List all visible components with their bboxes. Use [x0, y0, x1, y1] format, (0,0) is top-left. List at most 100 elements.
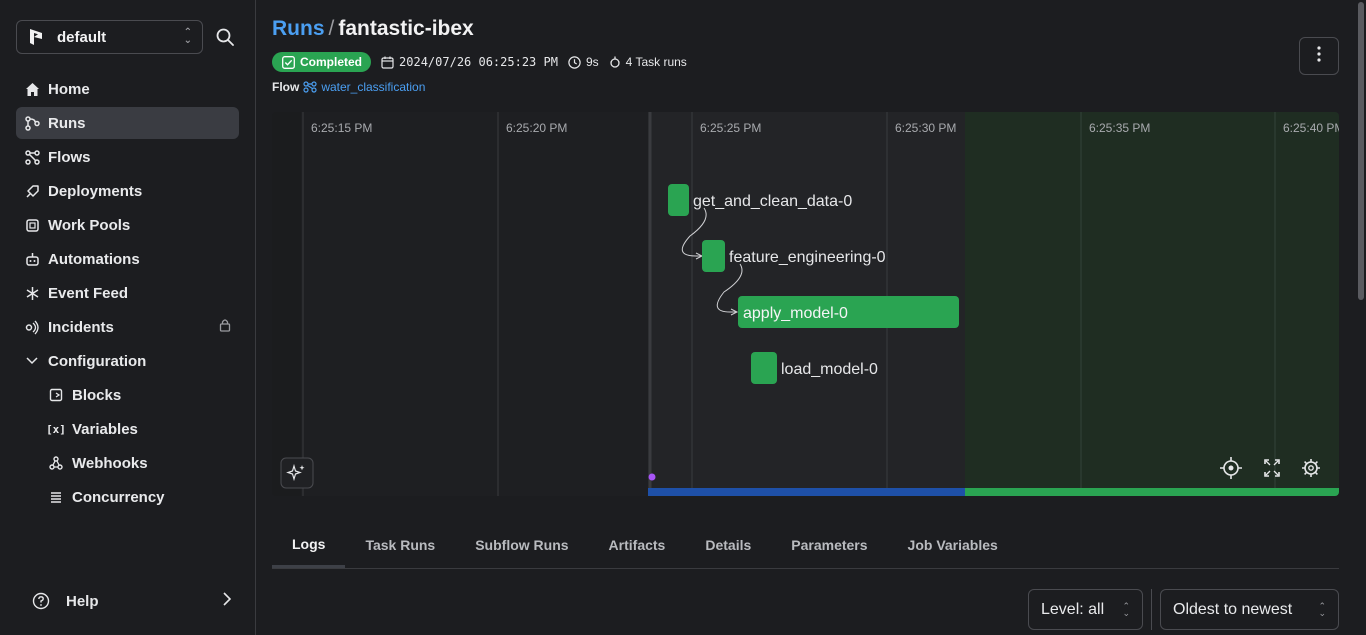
lock-icon: [219, 318, 231, 336]
workspace-switcher[interactable]: default ⌃ ⌄: [16, 20, 203, 54]
sidebar-item-concurrency[interactable]: Concurrency: [16, 481, 239, 513]
prefect-logo-icon: [27, 28, 45, 46]
sidebar-item-configuration[interactable]: Configuration: [16, 345, 239, 377]
timeline-tick: 6:25:40 PM: [1283, 121, 1339, 135]
sidebar-item-webhooks[interactable]: Webhooks: [16, 447, 239, 479]
tab-details[interactable]: Details: [685, 522, 771, 568]
timeline-tick: 6:25:30 PM: [895, 121, 956, 135]
sidebar-item-incidents[interactable]: Incidents: [16, 311, 239, 343]
chevron-updown-icon: ⌃ ⌄: [1122, 600, 1130, 618]
sidebar-item-label: Flows: [48, 148, 91, 166]
sidebar-item-work-pools[interactable]: Work Pools: [16, 209, 239, 241]
webhooks-icon: [48, 455, 64, 471]
chevron-updown-icon: ⌃ ⌄: [1318, 600, 1326, 618]
deployments-icon: [24, 183, 40, 199]
sidebar-item-label: Deployments: [48, 182, 143, 200]
help-circle-icon: [32, 592, 50, 610]
tab-task-runs[interactable]: Task Runs: [345, 522, 455, 568]
sidebar-item-label: Automations: [48, 250, 140, 268]
flows-icon: [24, 149, 40, 165]
sidebar-item-label: Blocks: [72, 386, 122, 404]
run-start-time: 2024/07/26 06:25:23 PM: [381, 55, 558, 69]
run-tabs: Logs Task Runs Subflow Runs Artifacts De…: [272, 522, 1339, 569]
help-menu[interactable]: Help: [16, 585, 239, 617]
sidebar-item-runs[interactable]: Runs: [16, 107, 239, 139]
chevron-updown-icon: ⌃ ⌄: [183, 27, 192, 46]
breadcrumb-separator: /: [328, 17, 335, 40]
chevron-right-icon: [223, 592, 232, 610]
main-content: Runs / fantastic-ibex Completed 2024/07/26…: [256, 0, 1366, 635]
sidebar-item-event-feed[interactable]: Event Feed: [16, 277, 239, 309]
runs-icon: [24, 115, 40, 131]
help-label: Help: [66, 592, 99, 610]
workspace-name: default: [57, 28, 107, 46]
flow-icon: [303, 81, 317, 93]
task-bar-load-model[interactable]: [751, 352, 777, 384]
task-label: apply_model-0: [743, 305, 848, 322]
timeline-tick: 6:25:25 PM: [700, 121, 761, 135]
timeline-progress-completed: [965, 488, 1339, 496]
tab-subflow-runs[interactable]: Subflow Runs: [455, 522, 588, 568]
page-title: Runs / fantastic-ibex: [272, 17, 474, 41]
sidebar-item-automations[interactable]: Automations: [16, 243, 239, 275]
clock-icon: [568, 55, 581, 69]
chevron-down-icon: [24, 353, 40, 369]
timestamp-text: 2024/07/26 06:25:23 PM: [399, 55, 558, 69]
duration-text: 9s: [585, 55, 599, 69]
sidebar-item-label: Webhooks: [72, 454, 148, 472]
page-scrollbar[interactable]: [1357, 0, 1366, 635]
flow-link[interactable]: water_classification: [303, 80, 425, 94]
sidebar-item-deployments[interactable]: Deployments: [16, 175, 239, 207]
timeline-tick: 6:25:20 PM: [506, 121, 567, 135]
filter-divider: [1151, 589, 1152, 630]
tab-parameters[interactable]: Parameters: [771, 522, 887, 568]
sidebar-item-label: Runs: [48, 114, 86, 132]
sidebar-item-label: Work Pools: [48, 216, 131, 234]
sidebar-item-blocks[interactable]: Blocks: [16, 379, 239, 411]
flow-link-row: Flow water_classification: [272, 80, 425, 94]
blocks-icon: [48, 387, 64, 403]
run-timeline-graph[interactable]: 6:25:15 PM 6:25:20 PM 6:25:25 PM 6:25:30…: [272, 112, 1339, 496]
incidents-icon: [24, 319, 40, 335]
task-bar-feature-engineering[interactable]: [702, 240, 725, 272]
sidebar-item-label: Incidents: [48, 318, 114, 336]
run-name: fantastic-ibex: [338, 17, 474, 40]
kebab-menu-icon: [1317, 45, 1321, 67]
event-marker[interactable]: [648, 473, 656, 481]
log-sort-value: Oldest to newest: [1173, 600, 1293, 618]
sidebar-item-label: Event Feed: [48, 284, 129, 302]
app: default ⌃⌄ Home Runs Flows Deployments: [0, 0, 1366, 635]
more-options-button[interactable]: [1299, 37, 1339, 75]
sidebar-item-label: Variables: [72, 420, 138, 438]
log-sort-select[interactable]: Oldest to newest ⌃ ⌄: [1160, 589, 1339, 630]
log-level-select[interactable]: Level: all ⌃ ⌄: [1028, 589, 1143, 630]
ai-sparkle-button[interactable]: [280, 457, 314, 489]
task-bar-get-and-clean-data[interactable]: [668, 184, 689, 216]
concurrency-icon: [48, 489, 64, 505]
search-icon[interactable]: [214, 26, 236, 48]
status-label: Completed: [300, 55, 363, 69]
home-icon: [24, 81, 40, 97]
sidebar-item-flows[interactable]: Flows: [16, 141, 239, 173]
scrollbar-thumb[interactable]: [1358, 2, 1364, 300]
timeline-tick: 6:25:35 PM: [1089, 121, 1150, 135]
timeline-tick: 6:25:15 PM: [311, 121, 372, 135]
sidebar-item-variables[interactable]: [x] Variables: [16, 413, 239, 445]
breadcrumb-runs[interactable]: Runs: [272, 17, 325, 40]
sidebar-item-home[interactable]: Home: [16, 73, 239, 105]
variables-icon: [x]: [46, 422, 66, 436]
timeline-canvas: 6:25:15 PM 6:25:20 PM 6:25:25 PM 6:25:30…: [272, 112, 1339, 496]
timeline-progress-running: [648, 488, 965, 496]
task-label: load_model-0: [781, 361, 878, 378]
tab-job-variables[interactable]: Job Variables: [888, 522, 1018, 568]
work-pools-icon: [24, 217, 40, 233]
sidebar-item-label: Concurrency: [72, 488, 165, 506]
tab-logs[interactable]: Logs: [272, 522, 346, 568]
check-square-icon: [282, 55, 295, 69]
sidebar-item-label: Configuration: [48, 352, 147, 370]
sidebar: default ⌃⌄ Home Runs Flows Deployments: [0, 0, 256, 635]
tab-artifacts[interactable]: Artifacts: [589, 522, 686, 568]
task-node-icon: [609, 56, 621, 69]
status-badge: Completed: [272, 52, 372, 72]
flow-label: Flow: [272, 80, 300, 94]
